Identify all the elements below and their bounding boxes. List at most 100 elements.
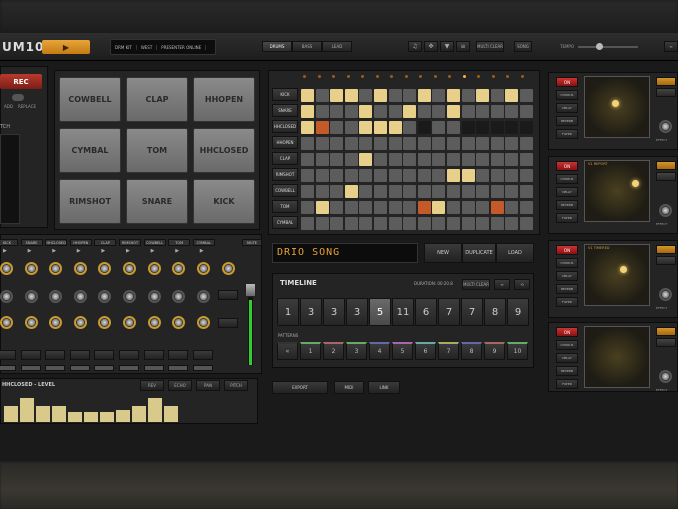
step-cell[interactable] bbox=[476, 169, 490, 182]
step-cell[interactable] bbox=[476, 217, 490, 230]
level-tab-echo[interactable]: ECHO bbox=[168, 380, 192, 391]
step-cell[interactable] bbox=[403, 153, 417, 166]
fx-mode-button[interactable] bbox=[656, 245, 676, 254]
step-cell[interactable] bbox=[359, 89, 373, 102]
pattern-slot[interactable]: 7 bbox=[438, 342, 459, 360]
level-bar[interactable] bbox=[164, 406, 178, 422]
timeline-step[interactable]: 3 bbox=[346, 298, 368, 326]
fx-side-button[interactable]: REVERB bbox=[556, 366, 578, 376]
channel-knob[interactable] bbox=[123, 290, 136, 303]
step-cell[interactable] bbox=[490, 89, 504, 102]
pattern-slot[interactable]: 3 bbox=[346, 342, 367, 360]
step-cell[interactable] bbox=[417, 201, 431, 214]
step-cell[interactable] bbox=[417, 121, 431, 134]
step-cell[interactable] bbox=[447, 137, 460, 150]
step-cell[interactable] bbox=[461, 169, 475, 182]
step-cell[interactable] bbox=[490, 217, 504, 230]
channel-knob[interactable] bbox=[0, 316, 13, 329]
step-cell[interactable] bbox=[344, 201, 358, 214]
fx-knob[interactable] bbox=[659, 370, 672, 383]
step-cell[interactable] bbox=[520, 169, 533, 182]
step-cell[interactable] bbox=[403, 185, 417, 198]
play-icon[interactable]: ▶ bbox=[77, 248, 81, 254]
step-cell[interactable] bbox=[505, 89, 519, 102]
step-cell[interactable] bbox=[374, 153, 387, 166]
row-label-clap[interactable]: CLAP bbox=[272, 152, 298, 165]
fx-mode-button[interactable] bbox=[656, 161, 676, 170]
step-cell[interactable] bbox=[505, 217, 519, 230]
fx-side-button[interactable]: DELAY bbox=[556, 103, 578, 113]
step-cell[interactable] bbox=[461, 89, 475, 102]
play-icon[interactable]: ▶ bbox=[52, 248, 56, 254]
step-cell[interactable] bbox=[374, 121, 387, 134]
step-cell[interactable] bbox=[476, 201, 490, 214]
xy-handle[interactable] bbox=[632, 180, 639, 187]
preset-slot-1[interactable]: DRM KIT bbox=[111, 44, 137, 50]
step-cell[interactable] bbox=[476, 153, 490, 166]
new-button[interactable]: NEW bbox=[424, 243, 462, 263]
step-cell[interactable] bbox=[344, 153, 358, 166]
timeline-step[interactable]: 7 bbox=[461, 298, 483, 326]
step-cell[interactable] bbox=[388, 185, 402, 198]
channel-pad[interactable] bbox=[168, 365, 189, 371]
step-cell[interactable] bbox=[403, 201, 417, 214]
fx-on-button[interactable]: ON bbox=[556, 77, 578, 87]
pattern-slot[interactable]: 9 bbox=[484, 342, 505, 360]
fx-side-button[interactable]: DELAY bbox=[556, 353, 578, 363]
tempo-slider-handle[interactable] bbox=[596, 43, 603, 50]
pattern-slot[interactable]: 4 bbox=[369, 342, 390, 360]
play-button[interactable]: ▶ bbox=[42, 40, 90, 54]
fx-side-button[interactable]: REVERB bbox=[556, 116, 578, 126]
step-cell[interactable] bbox=[417, 169, 431, 182]
tab-drums[interactable]: DRUMS bbox=[262, 41, 292, 52]
channel-knob[interactable] bbox=[24, 316, 38, 329]
pad-tom[interactable]: TOM bbox=[126, 128, 188, 173]
step-cell[interactable] bbox=[490, 169, 504, 182]
pattern-slot[interactable]: 1 bbox=[300, 342, 321, 360]
timeline-step[interactable]: 3 bbox=[300, 298, 322, 326]
channel-pad[interactable] bbox=[119, 365, 139, 371]
step-cell[interactable] bbox=[374, 185, 387, 198]
fx-side-button[interactable]: DELAY bbox=[556, 271, 578, 281]
step-cell[interactable] bbox=[403, 169, 417, 182]
pad-cymbal[interactable]: CYMBAL bbox=[59, 128, 121, 173]
step-cell[interactable] bbox=[432, 89, 446, 102]
step-cell[interactable] bbox=[461, 201, 475, 214]
step-cell[interactable] bbox=[315, 89, 329, 102]
level-bar[interactable] bbox=[52, 406, 66, 422]
channel-knob[interactable] bbox=[222, 262, 235, 275]
level-bar[interactable] bbox=[132, 406, 146, 422]
step-cell[interactable] bbox=[301, 185, 314, 198]
channel-button[interactable] bbox=[218, 290, 238, 300]
channel-knob[interactable] bbox=[24, 290, 38, 303]
step-cell[interactable] bbox=[403, 137, 417, 150]
step-cell[interactable] bbox=[315, 105, 329, 118]
list-icon[interactable]: ≡ bbox=[456, 41, 470, 52]
channel-knob[interactable] bbox=[73, 316, 87, 329]
timeline-step[interactable]: 8 bbox=[484, 298, 506, 326]
channel-button[interactable] bbox=[69, 350, 90, 360]
tab-bass[interactable]: BASS bbox=[292, 41, 322, 52]
pattern-slot[interactable]: 5 bbox=[392, 342, 413, 360]
channel-knob[interactable] bbox=[0, 290, 13, 303]
step-cell[interactable] bbox=[315, 137, 329, 150]
pattern-slot[interactable]: 2 bbox=[323, 342, 344, 360]
step-cell[interactable] bbox=[359, 201, 373, 214]
fx-on-button[interactable]: ON bbox=[556, 161, 578, 171]
channel-knob[interactable] bbox=[196, 316, 210, 329]
fx-knob[interactable] bbox=[659, 204, 672, 217]
step-cell[interactable] bbox=[490, 201, 504, 214]
step-cell[interactable] bbox=[344, 217, 358, 230]
step-cell[interactable] bbox=[344, 169, 358, 182]
step-cell[interactable] bbox=[432, 185, 446, 198]
level-bar[interactable] bbox=[4, 406, 18, 422]
step-cell[interactable] bbox=[388, 217, 402, 230]
timeline-tool-1[interactable]: ≡ bbox=[494, 279, 510, 290]
step-cell[interactable] bbox=[520, 153, 533, 166]
timeline-step[interactable]: 11 bbox=[392, 298, 414, 326]
step-cell[interactable] bbox=[490, 185, 504, 198]
level-tab-pan[interactable]: PAN bbox=[196, 380, 220, 391]
step-cell[interactable] bbox=[388, 153, 402, 166]
play-icon[interactable]: ▶ bbox=[200, 248, 204, 254]
timeline-step[interactable]: 1 bbox=[277, 298, 299, 326]
